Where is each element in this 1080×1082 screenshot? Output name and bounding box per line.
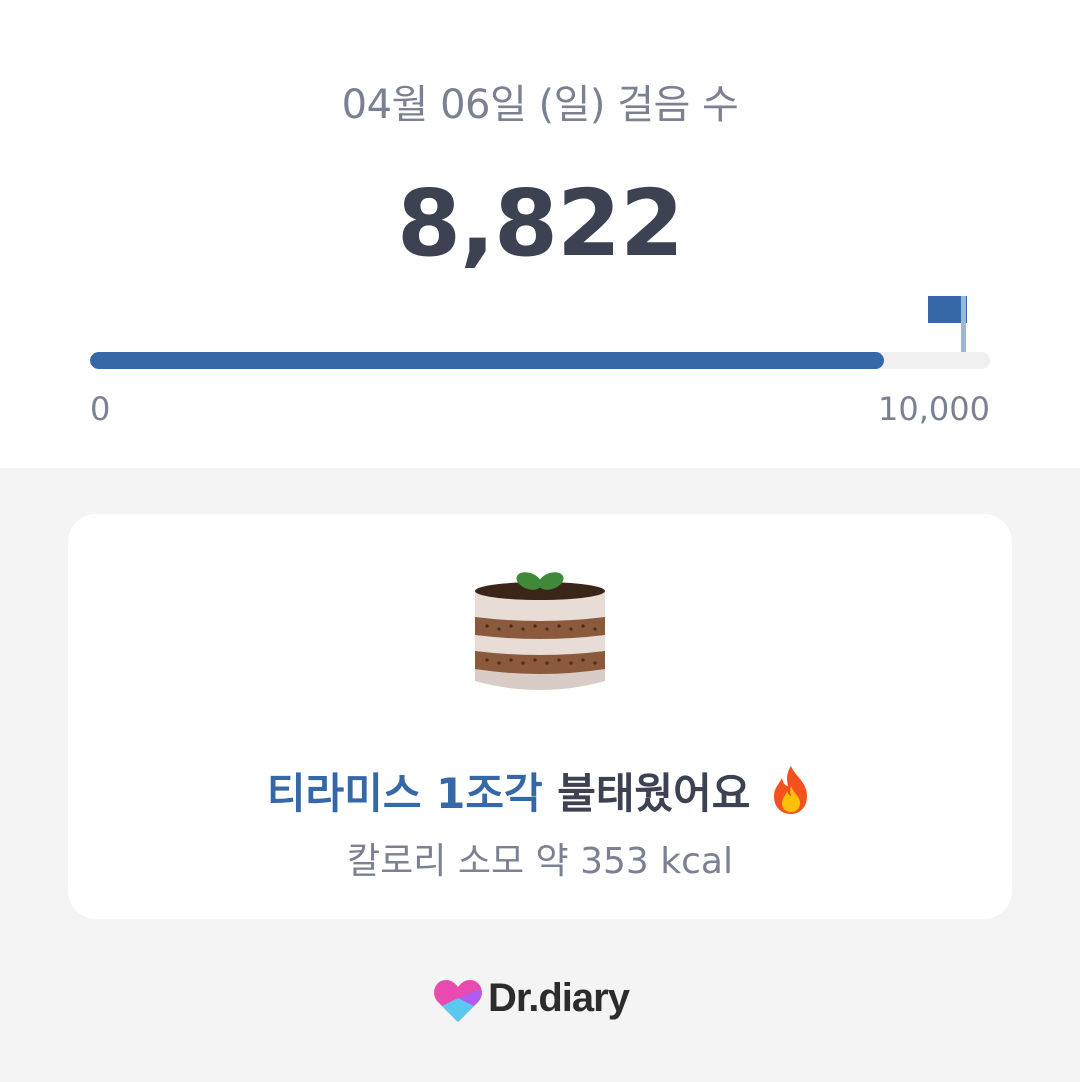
step-progress-fill: [90, 352, 884, 369]
brand-footer: Dr.diary: [432, 976, 652, 1026]
date-label: 04월 06일 (일) 걸음 수: [341, 82, 739, 128]
brand-name: Dr.diary: [488, 976, 630, 1020]
heart-logo-icon: [434, 980, 482, 1022]
fire-icon: [774, 766, 808, 814]
tiramisu-cake-icon: [475, 572, 605, 690]
calorie-burned-text: 칼로리 소모 약 353 kcal: [347, 841, 733, 882]
calorie-result-card: 티라미스 1조각 불태웠어요 칼로리 소모 약 353 kcal: [68, 514, 1012, 919]
step-progress-bar: [90, 352, 990, 369]
goal-flag-icon: [928, 296, 967, 354]
progress-max-label: 10,000: [878, 390, 990, 428]
progress-min-label: 0: [90, 390, 111, 428]
food-equivalent-label: 티라미스 1조각: [266, 769, 543, 818]
burned-label: 불태웠어요: [557, 769, 751, 818]
step-count: 8,822: [396, 170, 684, 277]
calorie-result-headline: 티라미스 1조각 불태웠어요: [68, 760, 1012, 821]
step-summary-panel: 04월 06일 (일) 걸음 수 8,822 0 10,000: [0, 0, 1080, 468]
